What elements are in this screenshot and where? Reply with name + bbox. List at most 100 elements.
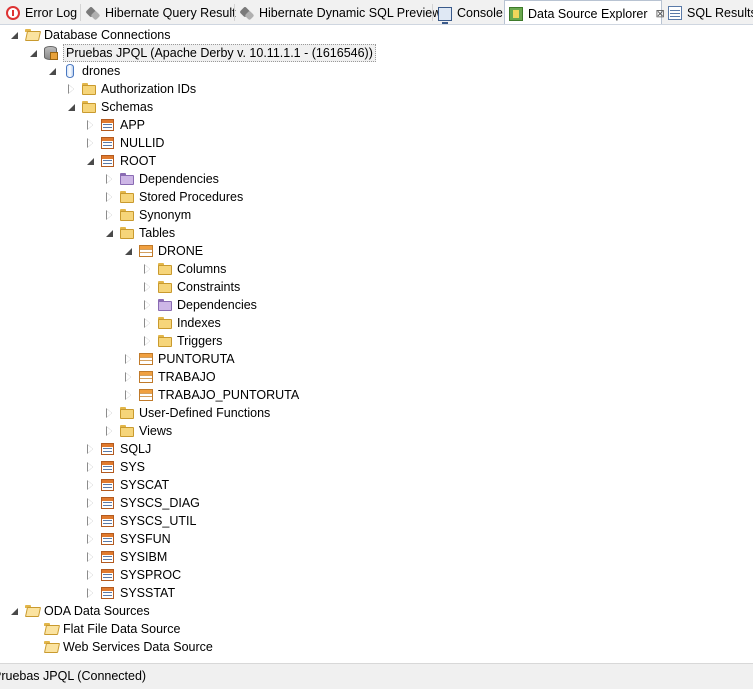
collapse-arrow-icon[interactable] — [143, 281, 152, 292]
tree-node-web-services-data-source[interactable]: Web Services Data Source — [29, 638, 213, 656]
tree-node-label: ROOT — [120, 154, 157, 168]
collapse-arrow-icon[interactable] — [143, 299, 152, 310]
tree-node-authorization-ids[interactable]: Authorization IDs — [67, 80, 196, 98]
tree-node-schema-sqlj[interactable]: SQLJ — [86, 440, 151, 458]
collapse-arrow-icon[interactable] — [124, 353, 133, 364]
tab-sql-results[interactable]: SQL Results — [664, 0, 753, 24]
collapse-arrow-icon[interactable] — [105, 173, 114, 184]
status-text: Pruebas JPQL (Connected) — [0, 669, 147, 683]
tree-node-schema-syscs-util[interactable]: SYSCS_UTIL — [86, 512, 196, 530]
tree-node-database-drones[interactable]: drones — [48, 62, 120, 80]
tree-node-label: Synonym — [139, 208, 192, 222]
collapse-arrow-icon[interactable] — [105, 407, 114, 418]
tree-node-drone-dependencies[interactable]: Dependencies — [143, 296, 257, 314]
console-icon — [438, 6, 452, 24]
expand-arrow-icon[interactable] — [124, 247, 133, 256]
tree-node-tables[interactable]: Tables — [105, 224, 175, 242]
tree-node-label: SYSCAT — [120, 478, 170, 492]
tree-node-label: User-Defined Functions — [139, 406, 271, 420]
tree-node-stored-procedures[interactable]: Stored Procedures — [105, 188, 243, 206]
tab-hibernate-query-result[interactable]: Hibernate Query Result — [82, 0, 236, 24]
folder-open-icon — [43, 640, 59, 654]
tree-node-views[interactable]: Views — [105, 422, 172, 440]
tab-separator — [432, 4, 433, 21]
collapse-arrow-icon[interactable] — [86, 479, 95, 490]
expand-arrow-icon[interactable] — [86, 157, 95, 166]
tree-node-table-drone[interactable]: DRONE — [124, 242, 203, 260]
collapse-arrow-icon[interactable] — [67, 83, 76, 94]
collapse-arrow-icon[interactable] — [86, 551, 95, 562]
tree-node-label: Schemas — [101, 100, 154, 114]
tree-node-schema-syscat[interactable]: SYSCAT — [86, 476, 169, 494]
tree-node-root-dependencies[interactable]: Dependencies — [105, 170, 219, 188]
data-source-explorer-icon — [509, 6, 523, 21]
expand-arrow-icon[interactable] — [29, 49, 38, 58]
schema-icon — [100, 442, 116, 456]
tree-node-schema-sysstat[interactable]: SYSSTAT — [86, 584, 175, 602]
collapse-arrow-icon[interactable] — [105, 191, 114, 202]
tree-node-schema-syscs-diag[interactable]: SYSCS_DIAG — [86, 494, 200, 512]
tree-node-synonym[interactable]: Synonym — [105, 206, 191, 224]
tree-node-connection[interactable]: Pruebas JPQL (Apache Derby v. 10.11.1.1 … — [29, 44, 376, 62]
schema-icon — [100, 118, 116, 132]
tree-node-schema-sysfun[interactable]: SYSFUN — [86, 530, 171, 548]
folder-icon — [157, 262, 173, 276]
collapse-arrow-icon[interactable] — [86, 137, 95, 148]
tree-node-schema-app[interactable]: APP — [86, 116, 145, 134]
expand-arrow-icon[interactable] — [67, 103, 76, 112]
tree-node-flat-file-data-source[interactable]: Flat File Data Source — [29, 620, 180, 638]
tree-node-label: SYSIBM — [120, 550, 168, 564]
tree-node-oda-data-sources[interactable]: ODA Data Sources — [10, 602, 150, 620]
tree-node-columns[interactable]: Columns — [143, 260, 226, 278]
tree-node-schema-sysibm[interactable]: SYSIBM — [86, 548, 167, 566]
tree-node-table-trabajo[interactable]: TRABAJO — [124, 368, 216, 386]
tab-error-log[interactable]: Error Log — [2, 0, 80, 24]
tab-hibernate-dynamic-sql-preview[interactable]: Hibernate Dynamic SQL Preview — [236, 0, 441, 24]
collapse-arrow-icon[interactable] — [124, 371, 133, 382]
collapse-arrow-icon[interactable] — [86, 443, 95, 454]
collapse-arrow-icon[interactable] — [124, 389, 133, 400]
tree-node-schema-sysproc[interactable]: SYSPROC — [86, 566, 181, 584]
tree-node-schemas[interactable]: Schemas — [67, 98, 153, 116]
folder-open-icon — [24, 28, 40, 42]
expand-arrow-icon[interactable] — [10, 31, 19, 40]
tree-node-label: ODA Data Sources — [44, 604, 150, 618]
tab-console[interactable]: Console — [434, 0, 503, 24]
tree-node-label: Triggers — [177, 334, 223, 348]
collapse-arrow-icon[interactable] — [86, 587, 95, 598]
collapse-arrow-icon[interactable] — [143, 263, 152, 274]
collapse-arrow-icon[interactable] — [86, 533, 95, 544]
tree-node-schema-sys[interactable]: SYS — [86, 458, 145, 476]
expand-arrow-icon[interactable] — [48, 67, 57, 76]
tree-node-schema-root[interactable]: ROOT — [86, 152, 156, 170]
tree-node-triggers[interactable]: Triggers — [143, 332, 222, 350]
collapse-arrow-icon[interactable] — [143, 317, 152, 328]
tree-node-table-trabajo-puntoruta[interactable]: TRABAJO_PUNTORUTA — [124, 386, 299, 404]
expand-arrow-icon[interactable] — [10, 607, 19, 616]
dependencies-folder-icon — [157, 298, 173, 312]
collapse-arrow-icon[interactable] — [86, 515, 95, 526]
tree-node-user-defined-functions[interactable]: User-Defined Functions — [105, 404, 270, 422]
collapse-arrow-icon[interactable] — [86, 497, 95, 508]
tab-label: Data Source Explorer — [528, 6, 648, 21]
tree-node-indexes[interactable]: Indexes — [143, 314, 221, 332]
collapse-arrow-icon[interactable] — [105, 425, 114, 436]
tree-node-database-connections[interactable]: Database Connections — [10, 26, 170, 44]
tree-node-label: drones — [82, 64, 121, 78]
collapse-arrow-icon[interactable] — [86, 461, 95, 472]
collapse-arrow-icon[interactable] — [105, 209, 114, 220]
schema-icon — [100, 550, 116, 564]
tree-node-label: Constraints — [177, 280, 241, 294]
tree-node-label: SYSFUN — [120, 532, 171, 546]
tree-node-constraints[interactable]: Constraints — [143, 278, 240, 296]
tree-node-label: Pruebas JPQL (Apache Derby v. 10.11.1.1 … — [63, 44, 376, 62]
collapse-arrow-icon[interactable] — [86, 119, 95, 130]
tree-node-label: Dependencies — [177, 298, 257, 312]
collapse-arrow-icon[interactable] — [86, 569, 95, 580]
tree-node-schema-nullid[interactable]: NULLID — [86, 134, 164, 152]
database-icon — [62, 64, 78, 78]
tab-data-source-explorer[interactable]: Data Source Explorer ⊠ — [504, 0, 665, 24]
tree-node-table-puntoruta[interactable]: PUNTORUTA — [124, 350, 235, 368]
expand-arrow-icon[interactable] — [105, 229, 114, 238]
collapse-arrow-icon[interactable] — [143, 335, 152, 346]
